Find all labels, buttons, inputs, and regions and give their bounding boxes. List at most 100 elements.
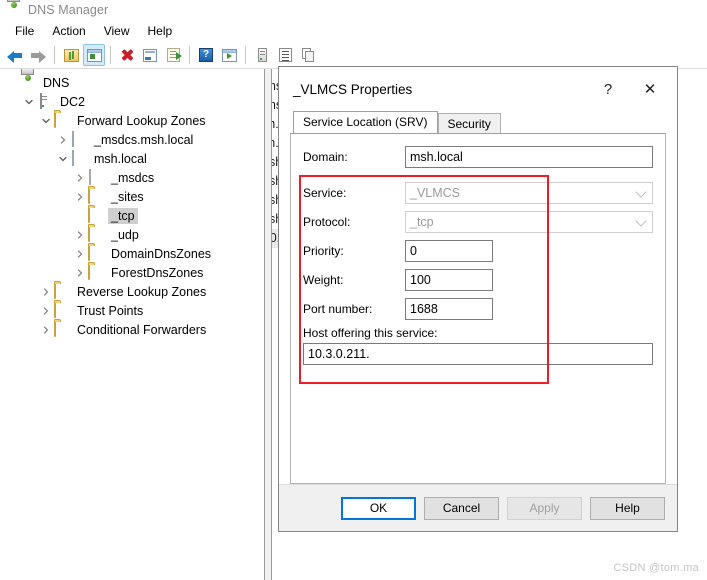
field-row-port: Port number: bbox=[303, 298, 398, 320]
tree-node-label: _tcp bbox=[108, 207, 138, 224]
chevron-right-icon[interactable] bbox=[72, 265, 88, 281]
dialog-tabstrip: Service Location (SRV) Security bbox=[279, 111, 677, 133]
service-label: Service: bbox=[303, 186, 347, 200]
tree-node-label: Conditional Forwarders bbox=[77, 322, 207, 337]
chevron-right-icon[interactable] bbox=[38, 284, 54, 300]
ok-button[interactable]: OK bbox=[341, 496, 416, 520]
toolbar-separator bbox=[54, 46, 55, 64]
chevron-right-icon[interactable] bbox=[72, 246, 88, 262]
tree-node-reverse-lookup-zones[interactable]: Reverse Lookup Zones bbox=[0, 282, 264, 301]
chevron-right-icon[interactable] bbox=[72, 189, 88, 205]
priority-input[interactable] bbox=[405, 240, 493, 262]
tree-node-domaindnszones[interactable]: DomainDnsZones bbox=[0, 244, 264, 263]
server-icon bbox=[37, 92, 53, 110]
window-title: DNS Manager bbox=[28, 3, 109, 17]
priority-label: Priority: bbox=[303, 244, 344, 258]
folder-icon bbox=[88, 206, 104, 224]
toolbar-forward[interactable] bbox=[27, 44, 49, 66]
tree-node-label: _udp bbox=[111, 227, 139, 242]
dialog-help-button[interactable]: ? bbox=[587, 74, 629, 104]
tree-node-dns[interactable]: DNS bbox=[0, 73, 264, 92]
folder-icon bbox=[88, 187, 104, 205]
tree-node-msdcs-msh-local[interactable]: _msdcs.msh.local bbox=[0, 130, 264, 149]
tree-node-tcp[interactable]: _tcp bbox=[0, 206, 264, 225]
dialog-body: Domain: Service: _VLMCS Protocol: _tcp P… bbox=[290, 133, 666, 484]
toolbar: ? bbox=[0, 42, 707, 69]
chevron-down-icon[interactable] bbox=[55, 151, 71, 167]
port-input[interactable] bbox=[405, 298, 493, 320]
tab-service-location[interactable]: Service Location (SRV) bbox=[293, 111, 438, 133]
tree-node-label: _msdcs.msh.local bbox=[94, 132, 194, 147]
tree-node-label: DomainDnsZones bbox=[111, 246, 212, 261]
help-button[interactable]: Help bbox=[590, 496, 665, 520]
tab-security[interactable]: Security bbox=[437, 113, 501, 133]
server-icon bbox=[257, 48, 267, 62]
menu-file[interactable]: File bbox=[6, 21, 43, 41]
tree-node-conditional-forwarders[interactable]: Conditional Forwarders bbox=[0, 320, 264, 339]
menu-help[interactable]: Help bbox=[139, 21, 182, 41]
toolbar-separator bbox=[189, 46, 190, 64]
window-titlebar: DNS Manager bbox=[0, 0, 707, 20]
tree-node-msh-local[interactable]: msh.local bbox=[0, 149, 264, 168]
list-icon bbox=[278, 48, 292, 62]
field-row-service: Service: bbox=[303, 182, 383, 204]
toolbar-show-hide-tree[interactable] bbox=[83, 44, 105, 66]
dns-root-icon bbox=[20, 75, 36, 91]
tree-node-udp[interactable]: _udp bbox=[0, 225, 264, 244]
chevron-right-icon[interactable] bbox=[38, 303, 54, 319]
domain-input[interactable] bbox=[405, 146, 653, 168]
toolbar-export-list[interactable] bbox=[162, 44, 184, 66]
tree-node-forward-lookup-zones[interactable]: Forward Lookup Zones bbox=[0, 111, 264, 130]
chevron-right-icon[interactable] bbox=[72, 227, 88, 243]
protocol-label: Protocol: bbox=[303, 215, 351, 229]
dialog-footer: OK Cancel Apply Help bbox=[279, 484, 677, 531]
service-combobox[interactable]: _VLMCS bbox=[405, 182, 653, 204]
tree-node-sites[interactable]: _sites bbox=[0, 187, 264, 206]
toolbar-back[interactable] bbox=[4, 44, 26, 66]
field-row-protocol: Protocol: bbox=[303, 211, 383, 233]
chevron-right-icon[interactable] bbox=[55, 132, 71, 148]
tree-node-dc2[interactable]: DC2 bbox=[0, 92, 264, 111]
tree-node-label: ForestDnsZones bbox=[111, 265, 204, 280]
tree-node-msdcs[interactable]: _msdcs bbox=[0, 168, 264, 187]
toolbar-delete[interactable] bbox=[116, 44, 138, 66]
toolbar-new-server[interactable] bbox=[251, 44, 273, 66]
toolbar-list[interactable] bbox=[274, 44, 296, 66]
tree-node-label: DNS bbox=[43, 75, 70, 90]
toolbar-up-one-level[interactable] bbox=[60, 44, 82, 66]
toolbar-run[interactable] bbox=[218, 44, 240, 66]
toolbar-properties[interactable] bbox=[139, 44, 161, 66]
menu-action[interactable]: Action bbox=[43, 21, 94, 41]
host-input[interactable] bbox=[303, 343, 653, 365]
tree-node-forestdnszones[interactable]: ForestDnsZones bbox=[0, 263, 264, 282]
tree-node-label: Forward Lookup Zones bbox=[77, 113, 206, 128]
protocol-value: _tcp bbox=[410, 215, 434, 229]
protocol-combobox[interactable]: _tcp bbox=[405, 211, 653, 233]
pane-splitter[interactable] bbox=[265, 69, 272, 580]
chevron-down-icon bbox=[635, 186, 647, 198]
toolbar-separator bbox=[245, 46, 246, 64]
chevron-right-icon[interactable] bbox=[72, 170, 88, 186]
menu-view[interactable]: View bbox=[95, 21, 139, 41]
console-tree: DNS DC2 Forward Lookup Zones _msdcs.msh.loc… bbox=[0, 69, 265, 580]
folder-icon bbox=[54, 301, 70, 319]
dialog-titlebar: _VLMCS Properties ? ✕ bbox=[279, 67, 677, 111]
zone-icon bbox=[71, 149, 87, 167]
zone-icon bbox=[71, 130, 87, 148]
folder-icon bbox=[88, 263, 104, 281]
field-row-priority: Priority: bbox=[303, 240, 383, 262]
chevron-down-icon[interactable] bbox=[21, 94, 37, 110]
chevron-right-icon[interactable] bbox=[38, 322, 54, 338]
menubar: File Action View Help bbox=[0, 20, 707, 42]
tree-node-trust-points[interactable]: Trust Points bbox=[0, 301, 264, 320]
cancel-button[interactable]: Cancel bbox=[424, 496, 499, 520]
toolbar-copy[interactable] bbox=[297, 44, 319, 66]
dialog-close-button[interactable]: ✕ bbox=[629, 74, 671, 104]
port-label: Port number: bbox=[303, 302, 373, 316]
chevron-down-icon[interactable] bbox=[38, 113, 54, 129]
watermark: CSDN @tom.ma bbox=[613, 562, 699, 574]
up-one-level-folder-icon bbox=[63, 48, 79, 62]
tree-node-label: _msdcs bbox=[111, 170, 155, 185]
toolbar-help[interactable]: ? bbox=[195, 44, 217, 66]
weight-input[interactable] bbox=[405, 269, 493, 291]
